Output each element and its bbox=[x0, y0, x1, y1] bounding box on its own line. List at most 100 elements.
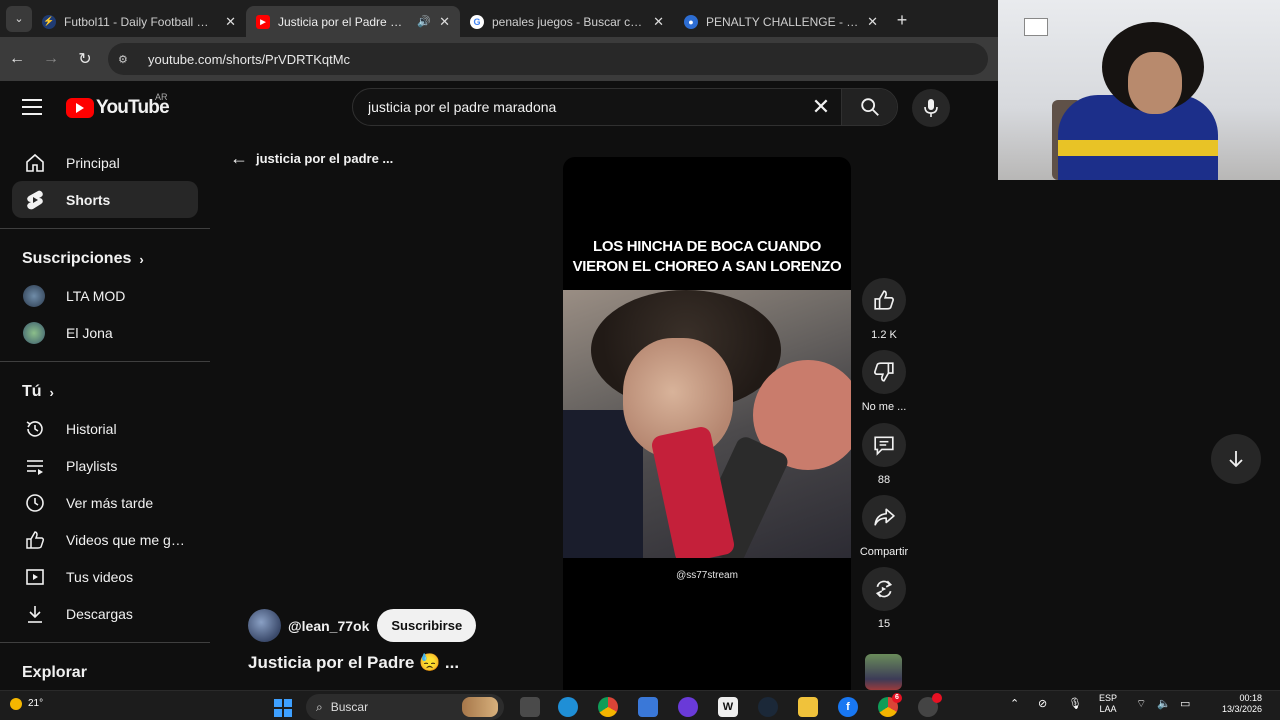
sidebar-item-principal[interactable]: Principal bbox=[12, 144, 198, 181]
sidebar-item-label: Videos que me gus... bbox=[66, 531, 190, 548]
sidebar-item-label: Descargas bbox=[66, 605, 133, 622]
lang-line: LAA bbox=[1099, 704, 1117, 714]
sidebar-item-lta-mod[interactable]: LTA MOD bbox=[12, 277, 198, 314]
sidebar-item-descargas[interactable]: Descargas bbox=[12, 595, 198, 632]
sidebar-item-tus-videos[interactable]: Tus videos bbox=[12, 558, 198, 595]
microphone-icon[interactable]: 🎙 bbox=[1068, 697, 1082, 710]
taskbar-search[interactable]: ⌕ Buscar bbox=[306, 694, 504, 720]
remix-button[interactable] bbox=[862, 567, 906, 611]
store-icon[interactable] bbox=[638, 697, 658, 717]
sidebar-item-historial[interactable]: Historial bbox=[12, 410, 198, 447]
recording-app-icon[interactable] bbox=[918, 693, 942, 717]
chrome-profile-icon[interactable]: 6 bbox=[878, 693, 902, 717]
site-info-icon[interactable]: ⚙ bbox=[118, 53, 136, 66]
you-heading[interactable]: Tú › bbox=[0, 374, 210, 410]
tab-google-search[interactable]: G penales juegos - Buscar con Google ✕ bbox=[460, 6, 674, 37]
video-watermark: @ss77stream bbox=[676, 570, 738, 581]
channel-avatar bbox=[23, 321, 45, 344]
url-bar[interactable]: ⚙ youtube.com/shorts/PrVDRTKqtMc bbox=[108, 43, 988, 75]
like-button[interactable] bbox=[862, 278, 906, 322]
system-clock[interactable]: 00:18 13/3/2026 bbox=[1210, 693, 1262, 715]
channel-avatar bbox=[23, 284, 45, 307]
share-label: Compartir bbox=[859, 546, 909, 558]
tab-close-icon[interactable]: ✕ bbox=[225, 14, 236, 30]
video-frame-image bbox=[563, 290, 851, 558]
input-language-indicator[interactable]: ESP LAA bbox=[1099, 693, 1117, 715]
facebook-icon[interactable]: f bbox=[838, 697, 858, 717]
search-icon: ⌕ bbox=[316, 699, 323, 714]
file-explorer-icon[interactable] bbox=[798, 697, 818, 717]
tab-youtube-short[interactable]: ▶ Justicia por el Padre 😓 #sa 🔊 ✕ bbox=[246, 6, 460, 37]
speaker-icon[interactable]: 🔊 bbox=[417, 15, 431, 28]
next-short-button[interactable] bbox=[1211, 434, 1261, 484]
country-code: AR bbox=[155, 92, 168, 102]
wikipedia-icon[interactable]: W bbox=[718, 697, 738, 717]
voice-search-button[interactable] bbox=[912, 89, 950, 127]
tab-close-icon[interactable]: ✕ bbox=[439, 14, 450, 30]
media-player-icon[interactable] bbox=[678, 697, 698, 717]
chevron-right-icon: › bbox=[139, 251, 144, 267]
clock-icon bbox=[24, 492, 46, 514]
remix-count: 15 bbox=[877, 618, 891, 630]
back-to-search-link[interactable]: ← justicia por el padre ... bbox=[230, 148, 393, 169]
channel-name[interactable]: @lean_77ok bbox=[288, 618, 369, 634]
search-highlight-image bbox=[462, 697, 498, 717]
sidebar-divider bbox=[0, 228, 210, 229]
channel-row: @lean_77ok Suscribirse bbox=[248, 609, 477, 642]
comments-button[interactable] bbox=[862, 423, 906, 467]
show-hidden-icons-chevron-icon[interactable]: ⌃ bbox=[1010, 697, 1019, 710]
tab-close-icon[interactable]: ✕ bbox=[653, 14, 664, 30]
tab-close-icon[interactable]: ✕ bbox=[867, 14, 878, 30]
volume-icon[interactable]: 🔈 bbox=[1157, 697, 1171, 710]
sidebar-item-el-jona[interactable]: El Jona bbox=[12, 314, 198, 351]
sidebar-item-shorts[interactable]: Shorts bbox=[12, 181, 198, 218]
globe-favicon-icon: ● bbox=[684, 14, 698, 29]
dislike-button[interactable] bbox=[862, 350, 906, 394]
short-title[interactable]: Justicia por el Padre 😓 ... bbox=[248, 653, 459, 673]
lang-line: ESP bbox=[1099, 693, 1118, 703]
tab-search-button[interactable]: ⌄ bbox=[6, 5, 32, 32]
sidebar-item-label: Principal bbox=[66, 154, 120, 171]
sidebar-item-ver-mas-tarde[interactable]: Ver más tarde bbox=[12, 484, 198, 521]
new-tab-plus-icon[interactable]: + bbox=[888, 10, 916, 31]
clear-search-icon[interactable]: ✕ bbox=[801, 94, 841, 120]
search-input[interactable] bbox=[353, 99, 801, 115]
task-view-icon[interactable] bbox=[520, 697, 540, 717]
steam-icon[interactable] bbox=[758, 697, 778, 717]
sidebar-item-label: Ver más tarde bbox=[66, 494, 154, 511]
forward-arrow-icon[interactable]: → bbox=[34, 50, 68, 68]
you-heading-label: Tú bbox=[22, 383, 42, 400]
back-arrow-icon[interactable]: ← bbox=[0, 50, 34, 68]
chrome-icon[interactable] bbox=[598, 697, 618, 717]
battery-icon[interactable]: ▭ bbox=[1180, 697, 1190, 710]
subscribe-button[interactable]: Suscribirse bbox=[377, 609, 477, 642]
tab-penalty-challenge[interactable]: ● PENALTY CHALLENGE - ¡Juega ✕ bbox=[674, 6, 888, 37]
sidebar-divider bbox=[0, 361, 210, 362]
reload-icon[interactable]: ↻ bbox=[68, 49, 102, 69]
weather-widget[interactable]: 21° bbox=[10, 698, 43, 710]
like-action: 1.2 K bbox=[858, 278, 910, 341]
windows-start-icon[interactable] bbox=[274, 699, 292, 717]
address-toolbar: ← → ↻ ⚙ youtube.com/shorts/PrVDRTKqtMc bbox=[0, 37, 998, 81]
share-button[interactable] bbox=[862, 495, 906, 539]
caption-line: LOS HINCHA DE BOCA CUANDO bbox=[592, 238, 822, 255]
sidebar-item-label: El Jona bbox=[66, 324, 113, 341]
tab-futbol11[interactable]: ⚡ Futbol11 - Daily Football Games ✕ bbox=[32, 6, 246, 37]
tab-title: Justicia por el Padre 😓 #sa bbox=[278, 14, 414, 29]
comment-icon bbox=[874, 436, 894, 456]
subscriptions-heading[interactable]: Suscripciones › bbox=[0, 241, 210, 277]
youtube-logo[interactable]: YouTube AR bbox=[66, 92, 170, 119]
channel-avatar[interactable] bbox=[248, 609, 281, 642]
edge-icon[interactable] bbox=[558, 697, 578, 717]
camera-off-icon[interactable]: ⊘ bbox=[1038, 697, 1047, 710]
sidebar-item-playlists[interactable]: Playlists bbox=[12, 447, 198, 484]
search-button[interactable] bbox=[841, 89, 897, 125]
shorts-icon bbox=[24, 189, 46, 211]
home-icon bbox=[24, 152, 46, 174]
sidebar-item-liked-videos[interactable]: Videos que me gus... bbox=[12, 521, 198, 558]
audio-source-thumbnail[interactable] bbox=[865, 654, 902, 690]
caption-line: VIERON EL CHOREO A SAN LORENZO bbox=[572, 258, 842, 275]
short-video-player[interactable]: LOS HINCHA DE BOCA CUANDO VIERON EL CHOR… bbox=[563, 157, 851, 690]
hamburger-menu-icon[interactable] bbox=[22, 99, 42, 120]
wifi-icon[interactable]: ⌔ bbox=[1136, 697, 1146, 711]
